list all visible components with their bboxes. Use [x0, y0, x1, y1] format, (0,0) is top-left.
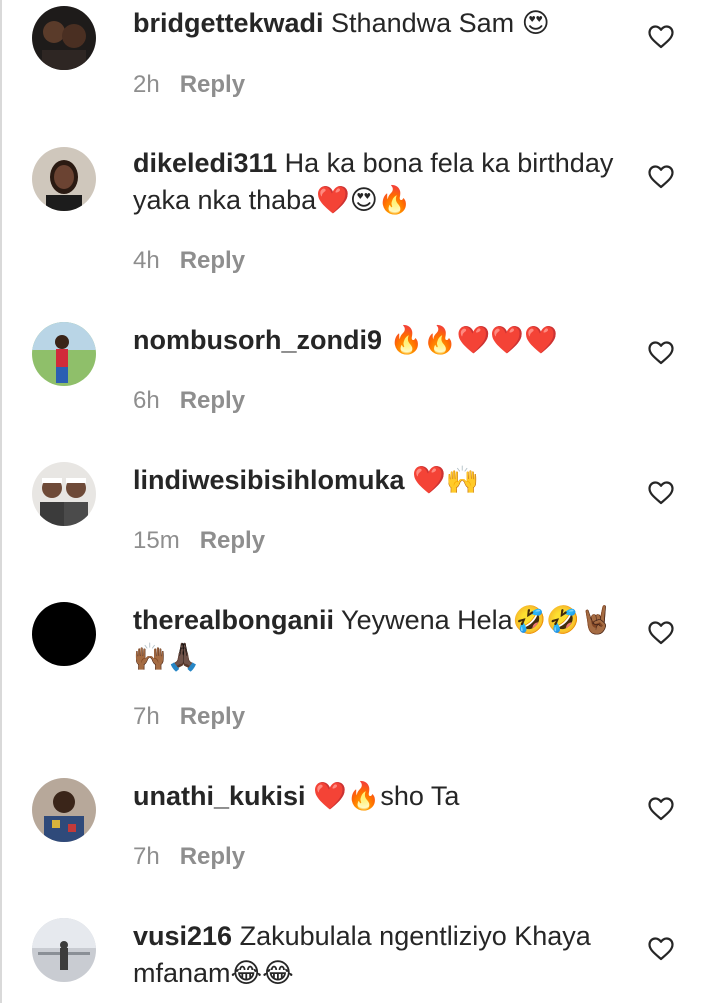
reply-button[interactable]: Reply	[180, 703, 245, 730]
like-button[interactable]	[648, 481, 674, 505]
username[interactable]: vusi216	[133, 921, 232, 951]
reply-button[interactable]: Reply	[200, 527, 265, 554]
like-button[interactable]	[648, 25, 674, 49]
like-button[interactable]	[648, 165, 674, 189]
username[interactable]: nombusorh_zondi9	[133, 325, 382, 355]
avatar[interactable]	[32, 462, 96, 526]
heart-outline-icon	[648, 341, 674, 365]
comment-emojis: ❤️🔥	[313, 781, 381, 812]
like-button[interactable]	[648, 797, 674, 821]
comment-time: 15m	[133, 527, 180, 554]
comment-emojis: 🔥🔥❤️❤️❤️	[389, 325, 558, 356]
comment-body: therealbonganii Yeywena Hela🤣🤣🤘🏾🙌🏾🙏🏿	[133, 602, 623, 676]
username[interactable]: dikeledi311	[133, 148, 277, 178]
avatar-photo-icon	[32, 322, 96, 386]
comment-text: sho Ta	[380, 781, 460, 811]
like-button[interactable]	[648, 621, 674, 645]
comment-body: nombusorh_zondi9 🔥🔥❤️❤️❤️	[133, 322, 623, 359]
comment-time: 7h	[133, 703, 160, 730]
comment-text: Yeywena Hela	[341, 605, 513, 635]
reply-button[interactable]: Reply	[180, 387, 245, 414]
comment-body: bridgettekwadi Sthandwa Sam 😍	[133, 5, 623, 42]
comment-emojis: 😂😂	[230, 958, 294, 989]
comment-body: lindiwesibisihlomuka ❤️🙌	[133, 462, 623, 499]
reply-button[interactable]: Reply	[180, 247, 245, 274]
avatar[interactable]	[32, 602, 96, 666]
comment-meta: 6h Reply	[133, 386, 245, 416]
heart-outline-icon	[648, 797, 674, 821]
like-button[interactable]	[648, 341, 674, 365]
heart-outline-icon	[648, 25, 674, 49]
comment-emojis: ❤️😍🔥	[316, 185, 412, 216]
avatar-photo-icon	[32, 918, 96, 982]
comment-text: Sthandwa Sam	[331, 8, 515, 38]
username[interactable]: lindiwesibisihlomuka	[133, 465, 405, 495]
username[interactable]: unathi_kukisi	[133, 781, 306, 811]
comment-time: 4h	[133, 247, 160, 274]
like-button[interactable]	[648, 937, 674, 961]
left-divider	[0, 0, 2, 1003]
comment-meta: 2h Reply	[133, 70, 245, 100]
comment-time: 6h	[133, 387, 160, 414]
avatar[interactable]	[32, 147, 96, 211]
comment-meta: 7h Reply	[133, 702, 245, 732]
avatar-photo-icon	[32, 602, 96, 666]
comment-body: unathi_kukisi ❤️🔥sho Ta	[133, 778, 623, 815]
comment-meta: 7h Reply	[133, 842, 245, 872]
comment-body: dikeledi311 Ha ka bona fela ka birthday …	[133, 145, 623, 219]
avatar[interactable]	[32, 918, 96, 982]
avatar-photo-icon	[32, 778, 96, 842]
avatar-photo-icon	[32, 147, 96, 211]
comment-emojis: ❤️🙌	[412, 465, 480, 496]
username[interactable]: therealbonganii	[133, 605, 334, 635]
heart-outline-icon	[648, 621, 674, 645]
comment-emojis: 😍	[521, 8, 550, 39]
comment-time: 7h	[133, 843, 160, 870]
avatar[interactable]	[32, 778, 96, 842]
heart-outline-icon	[648, 165, 674, 189]
reply-button[interactable]: Reply	[180, 71, 245, 98]
avatar-photo-icon	[32, 462, 96, 526]
avatar[interactable]	[32, 322, 96, 386]
comment-time: 2h	[133, 71, 160, 98]
username[interactable]: bridgettekwadi	[133, 8, 324, 38]
avatar[interactable]	[32, 6, 96, 70]
comment-meta: 4h Reply	[133, 246, 245, 276]
avatar-photo-icon	[32, 6, 96, 70]
reply-button[interactable]: Reply	[180, 843, 245, 870]
heart-outline-icon	[648, 937, 674, 961]
comment-meta: 15m Reply	[133, 526, 265, 556]
heart-outline-icon	[648, 481, 674, 505]
comment-body: vusi216 Zakubulala ngentliziyo Khaya mfa…	[133, 918, 623, 992]
